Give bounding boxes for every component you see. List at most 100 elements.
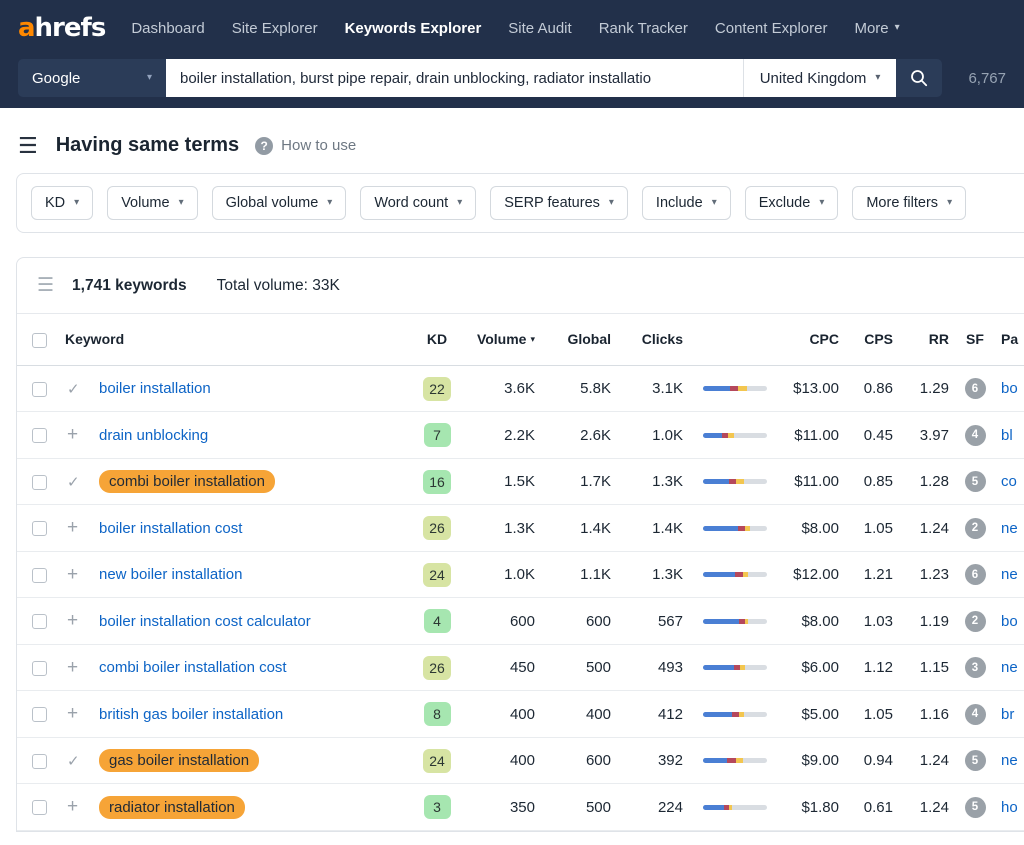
serp-features-count[interactable]: 6 (965, 378, 986, 399)
row-checkbox[interactable] (32, 661, 47, 676)
volume-value: 1.0K (461, 551, 541, 598)
filter-more-filters[interactable]: More filters▾ (852, 186, 966, 220)
hamburger-menu-icon[interactable]: ☰ (18, 135, 38, 157)
nav-item-label: Keywords Explorer (345, 20, 482, 37)
filter-word-count[interactable]: Word count▾ (360, 186, 476, 220)
keyword-link[interactable]: boiler installation (99, 380, 211, 397)
filter-exclude[interactable]: Exclude▾ (745, 186, 839, 220)
col-sf[interactable]: SF (955, 314, 995, 365)
serp-features-count[interactable]: 4 (965, 425, 986, 446)
add-keyword-icon[interactable]: + (67, 657, 78, 679)
clicks-distribution-bar (703, 805, 767, 810)
col-cps[interactable]: CPS (845, 314, 899, 365)
parent-topic-link[interactable]: ne (1001, 520, 1018, 537)
row-checkbox[interactable] (32, 754, 47, 769)
keyword-link[interactable]: gas boiler installation (99, 749, 259, 772)
add-keyword-icon[interactable]: + (67, 564, 78, 586)
filter-kd[interactable]: KD▾ (31, 186, 93, 220)
add-keyword-icon[interactable]: + (67, 517, 78, 539)
country-select[interactable]: United Kingdom ▾ (743, 59, 897, 97)
add-keyword-icon[interactable]: + (67, 610, 78, 632)
nav-dashboard[interactable]: Dashboard (131, 20, 204, 37)
nav-content-explorer[interactable]: Content Explorer (715, 20, 828, 37)
serp-features-count[interactable]: 5 (965, 471, 986, 492)
parent-topic-link[interactable]: ne (1001, 566, 1018, 583)
nav-site-audit[interactable]: Site Audit (508, 20, 571, 37)
col-rr[interactable]: RR (899, 314, 955, 365)
serp-features-count[interactable]: 2 (965, 611, 986, 632)
search-engine-select[interactable]: Google ▾ (18, 59, 166, 97)
add-keyword-icon[interactable]: + (67, 796, 78, 818)
col-volume[interactable]: Volume▾ (461, 314, 541, 365)
kd-badge: 7 (424, 423, 451, 447)
col-clicks[interactable]: Clicks (617, 314, 689, 365)
keyword-link[interactable]: radiator installation (99, 796, 245, 819)
row-checkbox[interactable] (32, 382, 47, 397)
col-keyword[interactable]: Keyword (61, 314, 413, 365)
bar-segment-blue (703, 619, 739, 624)
keyword-link[interactable]: british gas boiler installation (99, 706, 283, 723)
keyword-link[interactable]: combi boiler installation cost (99, 659, 287, 676)
added-check-icon[interactable]: ✓ (67, 752, 80, 770)
help-icon[interactable]: ? (255, 137, 273, 155)
bar-segment-yellow (740, 665, 745, 670)
keywords-input[interactable] (166, 59, 743, 97)
row-checkbox[interactable] (32, 707, 47, 722)
bar-segment-yellow (738, 386, 746, 391)
parent-topic-link[interactable]: ho (1001, 799, 1018, 816)
keyword-link[interactable]: drain unblocking (99, 427, 208, 444)
bar-segment-blue (703, 433, 722, 438)
sort-desc-icon: ▾ (530, 334, 535, 344)
parent-topic-link[interactable]: ne (1001, 659, 1018, 676)
serp-features-count[interactable]: 5 (965, 750, 986, 771)
bar-segment-yellow (743, 572, 748, 577)
serp-features-count[interactable]: 2 (965, 518, 986, 539)
added-check-icon[interactable]: ✓ (67, 473, 80, 491)
list-menu-icon[interactable]: ☰ (37, 276, 54, 295)
nav-rank-tracker[interactable]: Rank Tracker (599, 20, 688, 37)
kd-badge: 4 (424, 609, 451, 633)
search-engine-value: Google (32, 70, 80, 87)
kd-badge: 24 (423, 563, 451, 587)
search-button[interactable] (896, 59, 942, 97)
row-checkbox[interactable] (32, 568, 47, 583)
parent-topic-link[interactable]: co (1001, 473, 1017, 490)
serp-features-count[interactable]: 4 (965, 704, 986, 725)
col-kd[interactable]: KD (413, 314, 461, 365)
parent-topic-link[interactable]: br (1001, 706, 1014, 723)
row-checkbox[interactable] (32, 475, 47, 490)
added-check-icon[interactable]: ✓ (67, 380, 80, 398)
keyword-link[interactable]: new boiler installation (99, 566, 242, 583)
filter-serp-features[interactable]: SERP features▾ (490, 186, 628, 220)
parent-topic-link[interactable]: bl (1001, 427, 1013, 444)
add-keyword-icon[interactable]: + (67, 424, 78, 446)
serp-features-count[interactable]: 6 (965, 564, 986, 585)
add-keyword-icon[interactable]: + (67, 703, 78, 725)
cps-value: 1.05 (845, 505, 899, 552)
select-all-checkbox[interactable] (32, 333, 47, 348)
nav-site-explorer[interactable]: Site Explorer (232, 20, 318, 37)
row-checkbox[interactable] (32, 428, 47, 443)
parent-topic-link[interactable]: bo (1001, 613, 1018, 630)
serp-features-count[interactable]: 3 (965, 657, 986, 678)
keyword-link[interactable]: boiler installation cost calculator (99, 613, 311, 630)
row-checkbox[interactable] (32, 800, 47, 815)
filter-include[interactable]: Include▾ (642, 186, 731, 220)
row-checkbox[interactable] (32, 521, 47, 536)
parent-topic-link[interactable]: ne (1001, 752, 1018, 769)
col-cpc[interactable]: CPC (775, 314, 845, 365)
keyword-link[interactable]: combi boiler installation (99, 470, 275, 493)
nav-more[interactable]: More▾ (854, 20, 899, 37)
serp-features-count[interactable]: 5 (965, 797, 986, 818)
ahrefs-logo[interactable]: ahrefs (18, 13, 105, 43)
col-parent-topic[interactable]: Pa (995, 314, 1024, 365)
filter-global-volume[interactable]: Global volume▾ (212, 186, 347, 220)
filter-volume[interactable]: Volume▾ (107, 186, 197, 220)
table-row: + radiator installation 3 350 500 224 $1… (17, 784, 1024, 831)
how-to-use-link[interactable]: How to use (281, 137, 356, 154)
parent-topic-link[interactable]: bo (1001, 380, 1018, 397)
keyword-link[interactable]: boiler installation cost (99, 520, 242, 537)
row-checkbox[interactable] (32, 614, 47, 629)
nav-keywords-explorer[interactable]: Keywords Explorer (345, 20, 482, 37)
col-global[interactable]: Global (541, 314, 617, 365)
